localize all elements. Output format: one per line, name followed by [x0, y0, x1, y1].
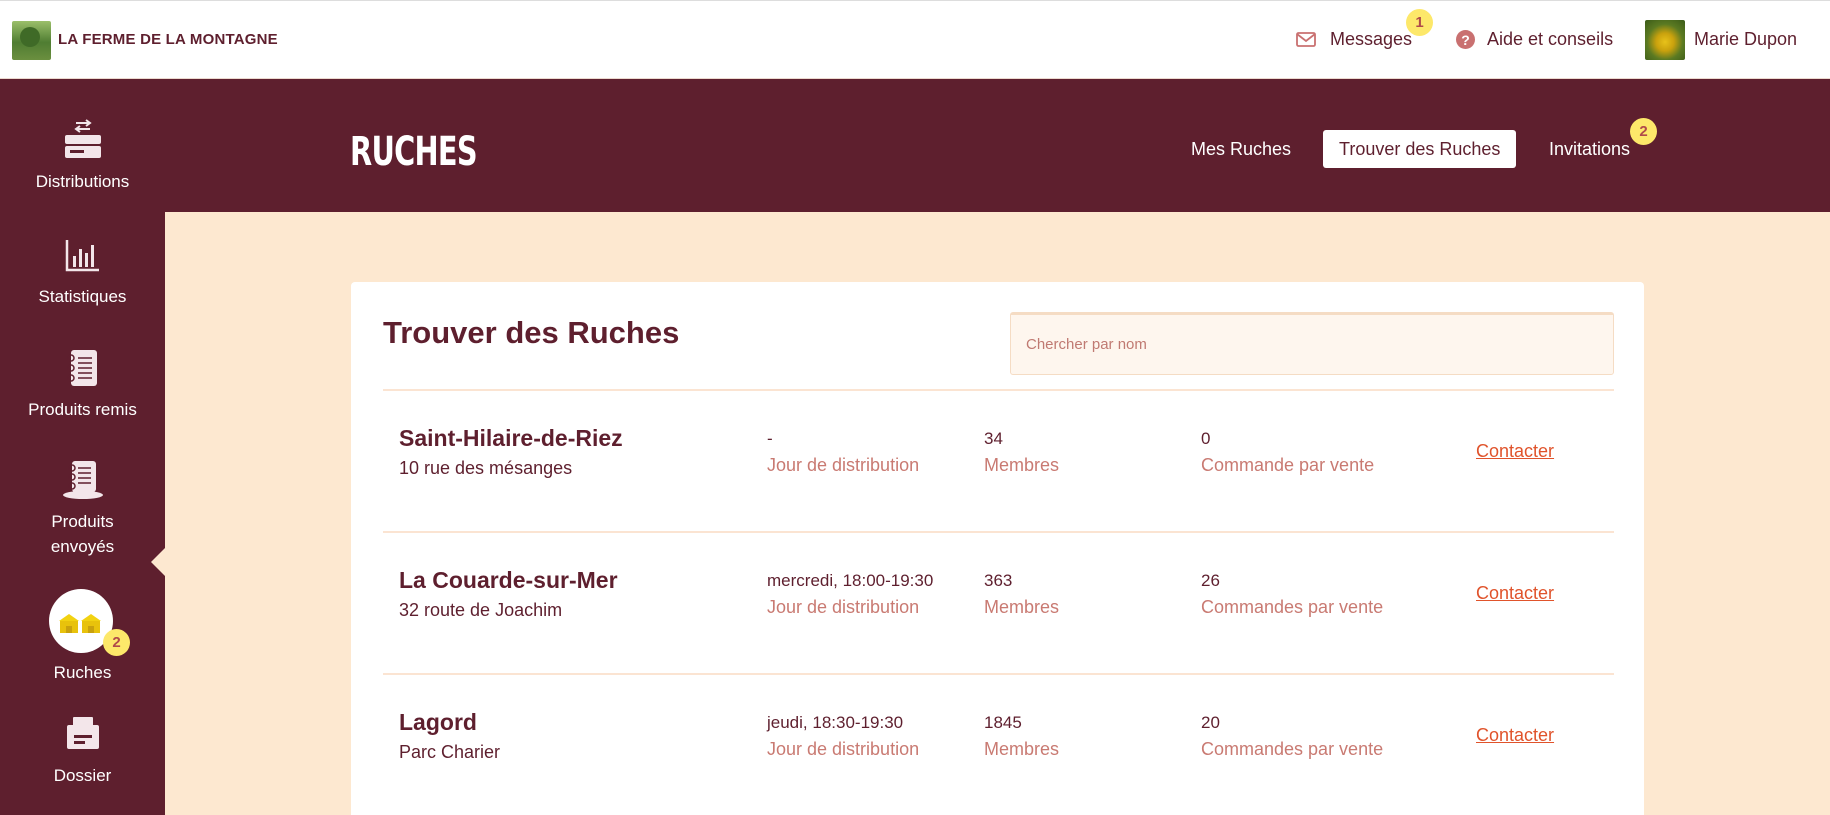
sidebar-item-label: Distributions — [35, 172, 130, 191]
active-pointer — [151, 548, 165, 576]
sidebar-item-ruches[interactable]: 2 Ruches — [0, 589, 165, 689]
page-title: RUCHES — [350, 129, 478, 175]
farm-logo[interactable] — [12, 21, 51, 60]
user-name: Marie Dupon — [1694, 29, 1798, 49]
distribution-day: jeudi, 18:30-19:30 — [767, 713, 904, 732]
avatar[interactable] — [1645, 20, 1685, 60]
help-icon: ? — [1456, 30, 1475, 49]
table-row: La Couarde-sur-Mer 32 route de Joachim m… — [383, 531, 1614, 673]
contact-link[interactable]: Contacter — [1476, 583, 1554, 604]
tab-mes-ruches[interactable]: Mes Ruches — [1175, 130, 1307, 168]
orders-count: 20 — [1201, 713, 1220, 732]
sidebar-item-dossier[interactable]: Dossier — [0, 713, 165, 788]
tab-trouver-des-ruches[interactable]: Trouver des Ruches — [1323, 130, 1517, 168]
sidebar-item-label: Produits envoyés — [50, 512, 115, 556]
members-count: 1845 — [984, 713, 1022, 732]
sidebar-item-label: Statistiques — [38, 287, 127, 306]
sidebar-item-label: Produits remis — [28, 400, 137, 419]
hive-name[interactable]: Saint-Hilaire-de-Riez — [399, 425, 623, 452]
sidebar-item-label: Ruches — [53, 663, 112, 682]
folder-icon — [66, 717, 99, 749]
user-menu[interactable]: Marie Dupon — [1694, 29, 1797, 50]
help-link[interactable]: ? Aide et conseils — [1456, 29, 1613, 50]
ruches-badge: 2 — [103, 629, 130, 656]
hive-address: 10 rue des mésanges — [399, 458, 573, 478]
hive-address: 32 route de Joachim — [399, 600, 563, 620]
chart-icon — [65, 240, 99, 272]
sidebar-item-produits-remis[interactable]: Produits remis — [0, 347, 165, 422]
distribution-day-label: Jour de distribution — [767, 455, 920, 475]
messages-badge: 1 — [1406, 9, 1433, 36]
members-count: 363 — [984, 571, 1013, 590]
messages-link[interactable]: Messages — [1296, 29, 1412, 50]
tab-invitations[interactable]: Invitations — [1533, 130, 1646, 168]
hive-address: Parc Charier — [399, 742, 501, 762]
members-label: Membres — [984, 739, 1060, 759]
help-label: Aide et conseils — [1487, 29, 1614, 49]
members-label: Membres — [984, 597, 1060, 617]
distribution-day-label: Jour de distribution — [767, 597, 920, 617]
search-input[interactable] — [1010, 312, 1614, 375]
table-row: Lagord Parc Charier jeudi, 18:30-19:30 J… — [383, 673, 1614, 815]
farm-name[interactable]: LA FERME DE LA MONTAGNE — [58, 31, 278, 48]
distributions-icon — [64, 119, 101, 158]
distribution-day: mercredi, 18:00-19:30 — [767, 571, 934, 590]
hive-name[interactable]: Lagord — [399, 709, 500, 736]
contact-link[interactable]: Contacter — [1476, 725, 1554, 746]
notebook-icon — [66, 350, 97, 386]
top-bar: LA FERME DE LA MONTAGNE Messages 1 ? Aid… — [0, 0, 1830, 79]
hive-icon — [59, 614, 101, 633]
sidebar: Distributions Statistiques Produits remi… — [0, 79, 165, 815]
orders-label: Commande par vente — [1201, 455, 1375, 475]
sidebar-item-distributions[interactable]: Distributions — [0, 119, 165, 194]
results-card: Trouver des Ruches Saint-Hilaire-de-Riez… — [351, 282, 1644, 815]
sidebar-item-label: Dossier — [53, 766, 112, 785]
sidebar-item-statistiques[interactable]: Statistiques — [0, 234, 165, 309]
orders-count: 26 — [1201, 571, 1220, 590]
members-count: 34 — [984, 429, 1003, 448]
distribution-day-label: Jour de distribution — [767, 739, 920, 759]
messages-label: Messages — [1330, 29, 1413, 49]
orders-count: 0 — [1201, 429, 1211, 448]
table-row: Saint-Hilaire-de-Riez 10 rue des mésange… — [383, 389, 1614, 531]
distribution-day: - — [767, 429, 773, 448]
contact-link[interactable]: Contacter — [1476, 441, 1554, 462]
members-label: Membres — [984, 455, 1060, 475]
hive-name[interactable]: La Couarde-sur-Mer — [399, 567, 618, 594]
card-title: Trouver des Ruches — [383, 315, 680, 350]
orders-label: Commandes par vente — [1201, 597, 1384, 617]
mail-icon — [1296, 32, 1316, 47]
sidebar-item-produits-envoyes[interactable]: Produits envoyés — [0, 459, 165, 559]
orders-label: Commandes par vente — [1201, 739, 1384, 759]
notebook-hat-icon — [62, 461, 103, 499]
invitations-badge: 2 — [1630, 118, 1657, 145]
